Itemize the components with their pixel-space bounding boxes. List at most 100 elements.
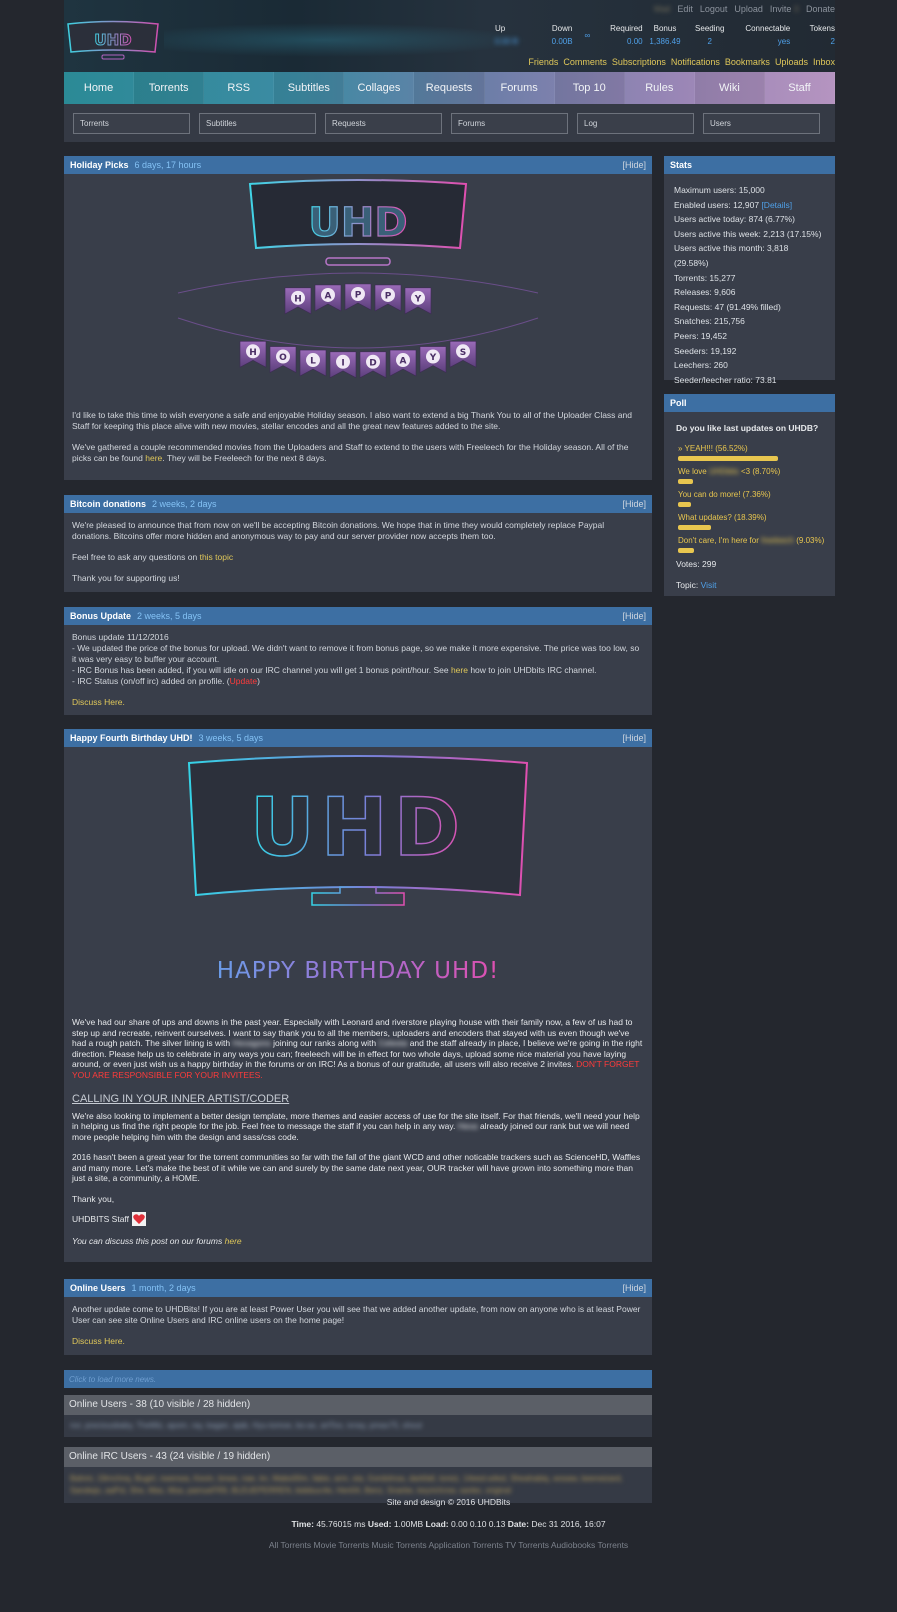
footer-links[interactable]: All Torrents Movie Torrents Music Torren… <box>0 1540 897 1550</box>
news-line: - We updated the price of the bonus for … <box>72 643 640 664</box>
logo-text: UHD <box>94 31 131 49</box>
banner-flag: A <box>314 284 342 312</box>
news-age: 2 weeks, 5 days <box>137 611 202 621</box>
nav-rss[interactable]: RSS <box>204 72 275 104</box>
update-link[interactable]: Update <box>230 676 257 686</box>
bookmarks-link[interactable]: Bookmarks <box>725 57 770 67</box>
main-nav: Home Torrents RSS Subtitles Collages Req… <box>64 72 836 104</box>
search-subtitles-input[interactable]: Subtitles <box>199 112 316 134</box>
donate-link[interactable]: Donate <box>806 4 835 14</box>
hide-link[interactable]: [Hide] <box>622 611 646 621</box>
site-logo[interactable]: UHD <box>66 20 161 62</box>
nav-requests[interactable]: Requests <box>414 72 485 104</box>
news-age: 1 month, 2 days <box>131 1283 196 1293</box>
banner-flag: L <box>299 349 327 377</box>
news-paragraph: We've gathered a couple recommended movi… <box>72 442 629 463</box>
search-forums-input[interactable]: Forums <box>451 112 568 134</box>
load-more-news[interactable]: Click to load more news. <box>64 1370 652 1388</box>
stat-line: Releases: 9,606 <box>674 287 736 298</box>
svg-text:A: A <box>325 291 332 301</box>
irc-users-title[interactable]: Online IRC Users - 43 (24 visible / 19 h… <box>64 1447 652 1467</box>
banner-flag: O <box>269 346 297 374</box>
nav-torrents[interactable]: Torrents <box>134 72 205 104</box>
news-paragraph: Feel free to ask any questions on this t… <box>72 552 234 562</box>
nav-staff[interactable]: Staff <box>765 72 836 104</box>
news-age: 6 days, 17 hours <box>134 160 202 170</box>
search-bar: Torrents Subtitles Requests Forums Log U… <box>64 104 835 142</box>
hide-link[interactable]: [Hide] <box>622 1283 646 1293</box>
news-online-users: Online Users 1 month, 2 days [Hide] Anot… <box>64 1279 652 1355</box>
birthday-logo-image: UHD HAPPY BIRTHDAY UHD! <box>187 755 529 984</box>
nav-rules[interactable]: Rules <box>625 72 695 104</box>
search-users-input[interactable]: Users <box>703 112 820 134</box>
load-more-bar[interactable]: Click to load more news. <box>64 1370 652 1388</box>
calling-heading[interactable]: CALLING IN YOUR INNER ARTIST/CODER <box>72 1094 289 1105</box>
news-line: - IRC Status (on/off irc) added on profi… <box>72 676 260 686</box>
stat-bonus[interactable]: Bonus 1,386.49 <box>643 24 688 46</box>
nav-subtitles[interactable]: Subtitles <box>274 72 345 104</box>
stat-line: Maximum users: 15,000 <box>674 185 765 195</box>
inbox-link[interactable]: Inbox <box>813 57 835 67</box>
hide-link[interactable]: [Hide] <box>622 733 646 743</box>
upload-link[interactable]: Upload <box>734 4 763 14</box>
notifications-link[interactable]: Notifications <box>671 57 720 67</box>
svg-text:L: L <box>310 357 316 367</box>
stat-seeding[interactable]: Seeding 2 <box>687 24 732 46</box>
search-log-input[interactable]: Log <box>577 112 694 134</box>
nav-collages[interactable]: Collages <box>344 72 415 104</box>
details-link[interactable]: [Details] <box>761 200 792 210</box>
banner-flag: P <box>344 283 372 311</box>
stat-line: Torrents: 15,277 <box>674 272 736 283</box>
stat-line: Seeders: 19,192 <box>674 345 737 356</box>
edit-link[interactable]: Edit <box>677 4 693 14</box>
stat-down: Down 0.00B <box>551 24 573 46</box>
comments-link[interactable]: Comments <box>563 57 607 67</box>
news-paragraph: Thank you for supporting us! <box>72 573 180 583</box>
stat-line: Users active this week: 2,213 (17.15%) <box>674 228 822 239</box>
stats-title: Stats <box>670 160 693 170</box>
stat-connectable: Connectable yes <box>745 24 791 46</box>
poll-title: Poll <box>670 398 687 408</box>
discuss-link[interactable]: Discuss Here. <box>72 697 125 707</box>
svg-text:A: A <box>400 357 407 367</box>
stat-tokens: Tokens 2 <box>809 24 835 46</box>
news-header: Bonus Update 2 weeks, 5 days [Hide] <box>64 607 652 625</box>
news-paragraph: We're pleased to announce that from now … <box>72 520 605 541</box>
invite-link[interactable]: Invite 0 <box>770 4 799 14</box>
news-bonus-update: Bonus Update 2 weeks, 5 days [Hide] Bonu… <box>64 607 652 715</box>
uploads-link[interactable]: Uploads <box>775 57 808 67</box>
poll-option: What updates? (18.39%) <box>674 513 825 530</box>
nav-top10[interactable]: Top 10 <box>554 72 625 104</box>
news-bitcoin-donations: Bitcoin donations 2 weeks, 2 days [Hide]… <box>64 495 652 592</box>
news-title: Bitcoin donations <box>70 499 146 509</box>
online-users-title[interactable]: Online Users - 38 (10 visible / 28 hidde… <box>64 1395 652 1415</box>
nav-wiki[interactable]: Wiki <box>694 72 765 104</box>
stats-panel: Stats Maximum users: 15,000 Enabled user… <box>664 156 835 385</box>
nav-home[interactable]: Home <box>64 72 135 104</box>
discuss-link[interactable]: Discuss Here. <box>72 1336 125 1346</box>
username-link[interactable]: Mail <box>654 4 671 14</box>
poll-bar <box>678 479 694 484</box>
search-requests-input[interactable]: Requests <box>325 112 442 134</box>
logout-link[interactable]: Logout <box>700 4 728 14</box>
poll-topic-link[interactable]: Visit <box>701 580 717 590</box>
hide-link[interactable]: [Hide] <box>622 499 646 509</box>
friends-link[interactable]: Friends <box>528 57 558 67</box>
search-torrents-input[interactable]: Torrents <box>73 112 190 134</box>
poll-option: Don't care, I'm here for freeleech (9.03… <box>674 536 825 553</box>
irc-guide-link[interactable]: here <box>451 665 468 675</box>
poll-header: Poll <box>664 394 835 412</box>
news-paragraph: I'd like to take this time to wish every… <box>72 410 632 431</box>
hide-link[interactable]: [Hide] <box>622 160 646 170</box>
irc-users-panel: Online IRC Users - 43 (24 visible / 19 h… <box>64 1447 652 1503</box>
online-users-list: nvr, preciousbaby, TheMiz, apom, ray, ka… <box>70 1421 423 1430</box>
banner-flag: A <box>389 349 417 377</box>
subscriptions-link[interactable]: Subscriptions <box>612 57 666 67</box>
topic-link[interactable]: this topic <box>200 552 234 562</box>
picks-link[interactable]: here <box>145 453 162 463</box>
nav-forums[interactable]: Forums <box>485 72 555 104</box>
forum-discuss-link[interactable]: here <box>225 1236 242 1246</box>
birthday-headline: HAPPY BIRTHDAY UHD! <box>217 958 500 984</box>
svg-text:H: H <box>294 294 302 304</box>
holiday-banner-image: UHD H A P P Y H O L I D A Y S <box>177 179 539 379</box>
